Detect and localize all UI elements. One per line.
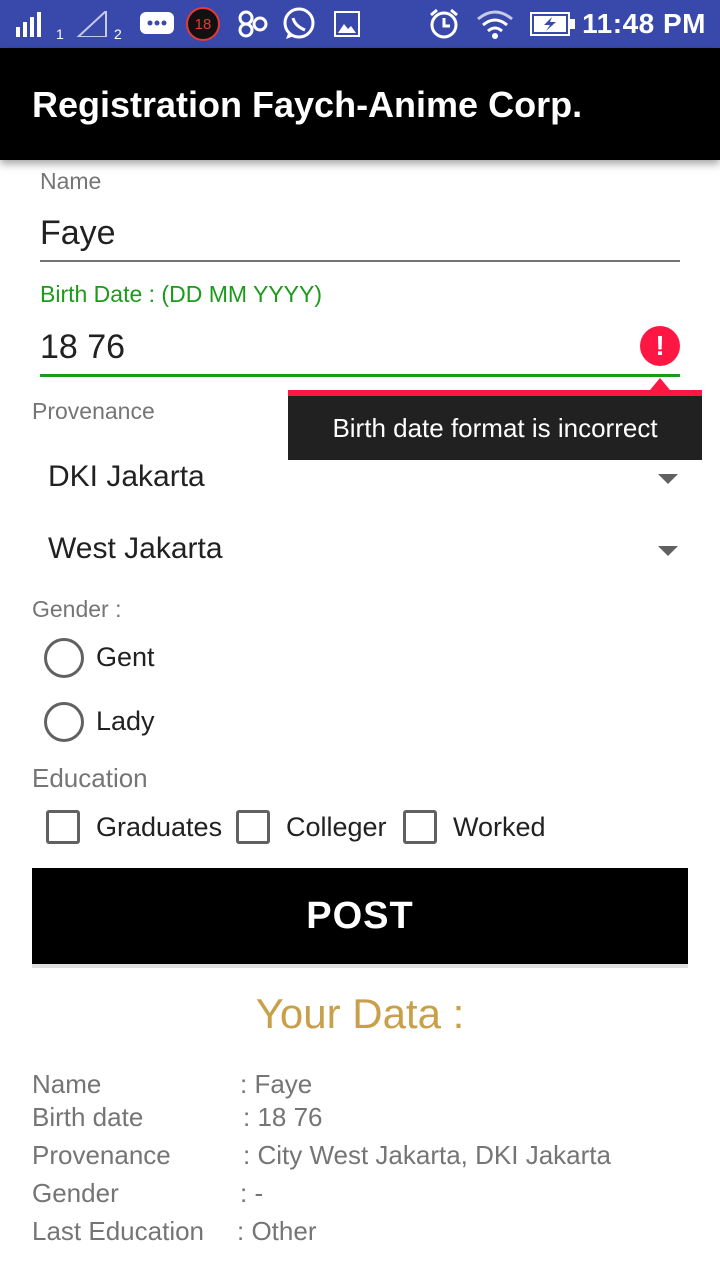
radio-icon — [44, 638, 84, 678]
name-value: Faye — [40, 214, 116, 252]
image-icon — [334, 0, 360, 48]
birth-date-value: 18 76 — [40, 328, 126, 366]
name-label: Name — [40, 168, 102, 194]
city-dropdown[interactable]: West Jakarta — [48, 522, 688, 582]
dropdown-arrow-icon — [658, 546, 678, 556]
province-value: DKI Jakarta — [48, 460, 205, 493]
message-icon — [140, 0, 174, 48]
education-option-graduates[interactable]: Graduates — [44, 806, 228, 850]
error-caret — [650, 378, 670, 390]
summary-value-provenance: : City West Jakarta, DKI Jakarta — [243, 1140, 611, 1170]
province-dropdown[interactable]: DKI Jakarta — [48, 450, 688, 510]
summary-heading: Your Data : — [255, 990, 465, 1037]
city-value: West Jakarta — [48, 532, 223, 565]
status-bar: 1 2 18 11:48 PM — [0, 0, 720, 48]
badge-icon: 18 — [186, 0, 220, 48]
no-signal-icon — [76, 0, 108, 48]
provenance-label: Provenance — [32, 398, 155, 424]
page-title: Registration Faych-Anime Corp. — [32, 84, 583, 125]
radio-icon — [44, 702, 84, 742]
summary-value-last-education: : Other — [237, 1216, 317, 1246]
summary-value-name: : Faye — [240, 1069, 313, 1099]
whatsapp-icon — [282, 0, 316, 48]
post-button-shadow — [32, 964, 688, 968]
birth-date-underline — [40, 374, 680, 377]
gender-label: Gender : — [32, 596, 122, 622]
notification-badge: 18 — [186, 7, 220, 41]
summary-label-last-education: Last Education — [32, 1216, 205, 1246]
checkbox-icon — [403, 810, 437, 844]
signal-icon — [16, 0, 50, 48]
education-option-worked[interactable]: Worked — [401, 806, 561, 850]
education-option-label: Worked — [453, 812, 546, 842]
alarm-icon — [428, 0, 460, 48]
name-underline — [40, 260, 680, 262]
summary-label-name: Name — [32, 1069, 102, 1099]
wifi-icon — [476, 0, 514, 48]
education-option-label: Colleger — [286, 812, 387, 842]
error-tooltip-text: Birth date format is incorrect — [332, 412, 658, 443]
education-option-label: Graduates — [96, 812, 223, 842]
birth-date-label: Birth Date : (DD MM YYYY) — [40, 281, 323, 307]
battery-icon — [530, 0, 576, 48]
checkbox-icon — [46, 810, 80, 844]
app-bar: Registration Faych-Anime Corp. — [0, 48, 720, 160]
summary-label-gender: Gender — [32, 1178, 119, 1208]
birth-date-field[interactable]: 18 76 — [40, 322, 680, 380]
app-icon — [238, 0, 268, 48]
summary-label-birth-date: Birth date — [32, 1102, 144, 1132]
status-time: 11:48 PM — [582, 8, 706, 39]
summary-value-gender: : - — [240, 1178, 264, 1208]
education-label: Education — [32, 763, 148, 793]
summary-label-provenance: Provenance — [32, 1140, 171, 1170]
education-option-colleger[interactable]: Colleger — [234, 806, 394, 850]
gender-option-lady[interactable]: Lady — [40, 698, 240, 746]
post-button[interactable]: POST — [32, 868, 688, 964]
name-field[interactable]: Faye — [40, 210, 680, 264]
gender-option-gent[interactable]: Gent — [40, 634, 240, 682]
error-icon: ! — [640, 326, 680, 366]
gender-option-label: Lady — [96, 706, 155, 736]
gender-option-label: Gent — [96, 642, 155, 672]
checkbox-icon — [236, 810, 270, 844]
dropdown-arrow-icon — [658, 474, 678, 484]
summary-value-birth-date: : 18 76 — [243, 1102, 323, 1132]
